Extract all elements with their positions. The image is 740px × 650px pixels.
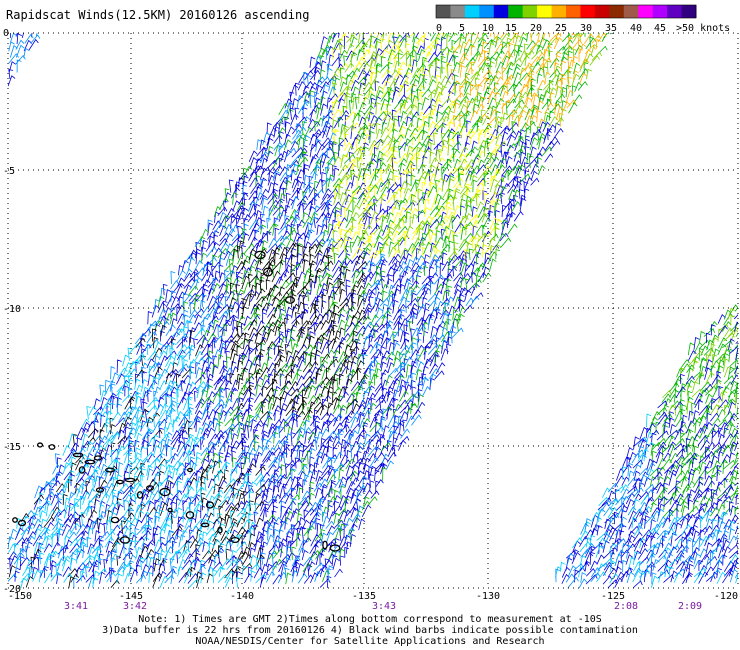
longitude-label: -120 — [714, 591, 738, 602]
wind-barbs-main — [154, 33, 613, 585]
longitude-label: -130 — [476, 591, 500, 602]
color-scale-bar: 0 5 10 15 20 25 30 35 40 45 >50 knots — [435, 4, 730, 34]
latitude-label: -5 — [3, 166, 15, 177]
scale-label: 35 — [605, 23, 617, 34]
footnotes: Note: 1) Times are GMT 2)Times along bot… — [0, 614, 740, 647]
axis-labels: 0-5-10-15-20-150 -145 -140 -135 -130 -125 -120… — [3, 28, 738, 612]
scale-label: >50 knots — [676, 23, 730, 34]
scale-swatch — [508, 5, 524, 18]
longitude-label: -140 — [230, 591, 254, 602]
island-outline — [12, 517, 18, 523]
note-line-2: 3)Data buffer is 22 hrs from 20160126 4)… — [102, 625, 638, 636]
scale-label: 30 — [580, 23, 592, 34]
note-line-1: Note: 1) Times are GMT 2)Times along bot… — [138, 614, 602, 625]
scale-swatch — [436, 5, 451, 18]
scale-swatch — [566, 5, 581, 18]
scale-swatch — [667, 5, 683, 18]
time-label: 3:42 — [123, 601, 147, 612]
time-label: 2:08 — [614, 601, 638, 612]
time-label: 3:41 — [64, 601, 88, 612]
latitude-label: -15 — [3, 442, 21, 453]
island-outline — [124, 477, 136, 483]
island-outline — [167, 507, 173, 513]
scale-swatch — [638, 5, 654, 18]
time-label: 3:43 — [372, 601, 396, 612]
island-outline — [110, 516, 120, 524]
scale-swatch — [652, 5, 668, 18]
island-outline — [48, 444, 56, 450]
island-outline — [322, 540, 328, 550]
scale-swatch — [479, 5, 495, 18]
scale-label: 40 — [630, 23, 642, 34]
scale-label: 20 — [530, 23, 542, 34]
scale-swatch — [522, 5, 538, 18]
wind-barbs-main — [8, 33, 564, 588]
scale-swatch — [537, 5, 553, 18]
island-outline — [136, 491, 144, 499]
scale-label: 25 — [555, 23, 567, 34]
island-outline — [95, 487, 105, 493]
scale-swatch — [681, 5, 697, 18]
latitude-label: -10 — [3, 304, 21, 315]
island-outline — [285, 296, 295, 304]
scale-swatch — [594, 5, 610, 18]
scale-swatch — [623, 5, 639, 18]
scale-label: 15 — [505, 23, 517, 34]
scale-swatch — [450, 5, 466, 18]
scale-swatch — [493, 5, 509, 18]
note-line-3: NOAA/NESDIS/Center for Satellite Applica… — [195, 636, 545, 647]
wind-map[interactable]: 0 5 10 15 20 25 30 35 40 45 >50 knots 0-5-10-15-20… — [0, 0, 740, 650]
longitude-label: -150 — [8, 591, 32, 602]
time-label: 2:09 — [678, 601, 702, 612]
scale-swatch — [551, 5, 567, 18]
latitude-label: 0 — [3, 28, 9, 39]
scale-label: 45 — [654, 23, 666, 34]
wind-barb-swaths — [8, 33, 738, 589]
island-outline — [93, 455, 103, 461]
scale-swatch — [580, 5, 596, 18]
scale-label: 0 — [436, 23, 442, 34]
scale-swatch — [464, 5, 480, 18]
scale-label: 10 — [482, 23, 494, 34]
scale-label: 5 — [459, 23, 465, 34]
scale-swatch — [609, 5, 625, 18]
